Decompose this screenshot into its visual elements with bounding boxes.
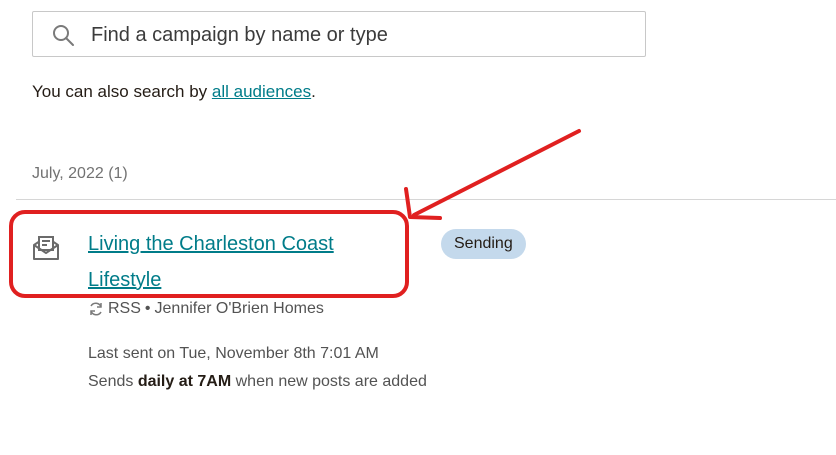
search-icon (53, 25, 74, 46)
campaign-search-box[interactable] (32, 11, 646, 58)
status-badge: Sending (441, 229, 526, 259)
annotation-arrow-shaft (412, 129, 581, 217)
search-helper-text: You can also search by all audiences. (32, 82, 316, 102)
month-group-label: July, 2022 (1) (32, 165, 128, 182)
campaign-details: Last sent on Tue, November 8th 7:01 AM S… (88, 340, 428, 396)
meta-separator: • (144, 300, 151, 317)
email-campaign-icon (33, 236, 59, 260)
divider (16, 199, 836, 200)
helper-suffix: . (311, 82, 316, 101)
schedule-suffix: when new posts are added (231, 373, 427, 390)
helper-prefix: You can also search by (32, 82, 212, 101)
campaign-audience: Jennifer O'Brien Homes (154, 300, 324, 317)
campaign-search-input[interactable] (89, 12, 637, 58)
refresh-icon (90, 302, 102, 316)
schedule-frequency: daily at 7AM (137, 373, 232, 390)
campaign-meta: RSS • Jennifer O'Brien Homes (88, 300, 324, 318)
schedule-text: Sends daily at 7AM when new posts are ad… (88, 368, 428, 396)
last-sent-text: Last sent on Tue, November 8th 7:01 AM (88, 345, 379, 362)
schedule-prefix: Sends (88, 373, 138, 390)
campaign-title-link[interactable]: Living the Charleston Coast Lifestyle (88, 226, 408, 298)
campaign-type: RSS (108, 300, 141, 317)
all-audiences-link[interactable]: all audiences (212, 82, 311, 101)
annotation-arrow-head (404, 187, 442, 220)
